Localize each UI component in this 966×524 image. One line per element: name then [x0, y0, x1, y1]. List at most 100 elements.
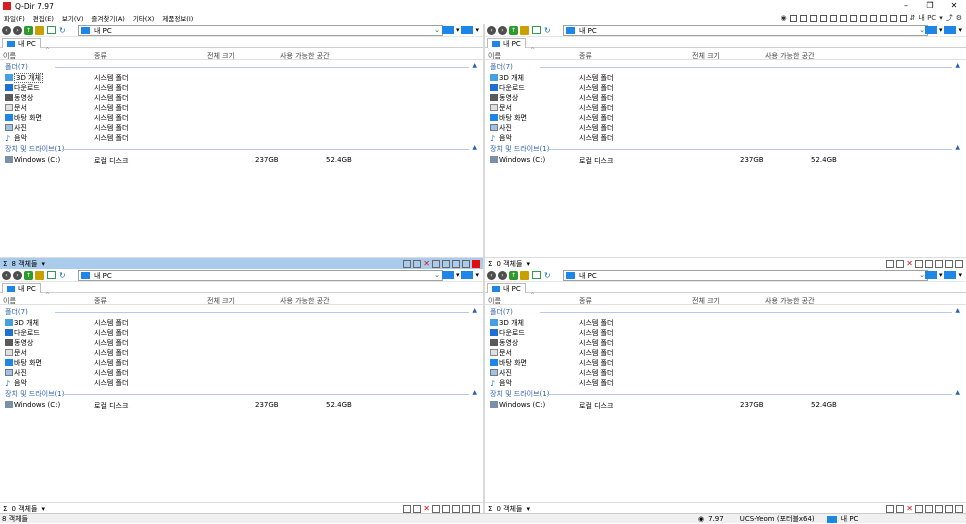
list-item[interactable]: 동영상 시스템 폴더	[485, 337, 966, 347]
list-item[interactable]: Windows (C:) 로컬 디스크 237GB 52.4GB	[0, 400, 483, 410]
monitor-icon[interactable]	[461, 26, 474, 34]
address-bar[interactable]: 내 PC ⌄	[563, 270, 928, 281]
forward-icon[interactable]: ›	[13, 270, 22, 280]
collapse-icon[interactable]: ▲	[472, 389, 477, 396]
menu-info[interactable]: 제품정보(I)	[158, 13, 197, 23]
cut-icon[interactable]	[915, 260, 923, 268]
column-name[interactable]: 이름	[488, 51, 501, 61]
monitor-icon[interactable]	[944, 26, 957, 34]
chevron-down-icon[interactable]: ▾	[958, 271, 962, 279]
monitor-icon[interactable]	[441, 26, 454, 34]
copy-icon[interactable]	[442, 505, 450, 513]
forward-icon[interactable]: ›	[498, 270, 507, 280]
cut-icon[interactable]	[432, 260, 440, 268]
monitor-icon[interactable]	[441, 271, 454, 279]
collapse-icon[interactable]: ▲	[472, 62, 477, 69]
folder-icon[interactable]	[520, 25, 529, 35]
list-item[interactable]: 3D 개체 시스템 폴더	[485, 317, 966, 327]
chevron-down-icon[interactable]: ▾	[456, 26, 460, 34]
list-item[interactable]: 3D 개체 시스템 폴더	[485, 72, 966, 82]
paste-icon[interactable]	[452, 260, 460, 268]
layout-icon[interactable]	[899, 14, 907, 22]
forward-icon[interactable]: ›	[498, 25, 507, 35]
back-icon[interactable]: ‹	[2, 25, 11, 35]
close-button[interactable]: ✕	[942, 0, 966, 12]
chevron-down-icon[interactable]: ▾	[939, 26, 943, 34]
edit-icon[interactable]	[945, 260, 953, 268]
close-pane-icon[interactable]	[955, 505, 963, 513]
group-devices[interactable]: 장치 및 드라이브(1) ▲	[0, 144, 483, 153]
column-free-space[interactable]: 사용 가능한 공간	[765, 51, 815, 61]
menu-view[interactable]: 보기(V)	[58, 13, 87, 23]
layout-icon[interactable]	[809, 14, 817, 22]
column-type[interactable]: 종류	[94, 51, 107, 61]
copy-icon[interactable]	[925, 260, 933, 268]
edit-icon[interactable]	[462, 505, 470, 513]
list-item[interactable]: ♪ 음악 시스템 폴더	[485, 132, 966, 143]
list-item[interactable]: 3D 개체 시스템 폴더	[0, 317, 483, 327]
pc-shortcut-icon[interactable]: ⇵	[910, 14, 916, 22]
close-pane-icon[interactable]	[472, 260, 480, 268]
chevron-down-icon[interactable]: ▾	[939, 271, 943, 279]
menu-edit[interactable]: 편집(E)	[29, 13, 58, 23]
tab-this-pc[interactable]: 내 PC	[2, 38, 41, 48]
mail-icon[interactable]	[896, 260, 905, 268]
copy-icon[interactable]	[442, 260, 450, 268]
list-item[interactable]: 문서 시스템 폴더	[0, 102, 483, 112]
delete-icon[interactable]: ✕	[423, 260, 430, 268]
list-item[interactable]: 문서 시스템 폴더	[485, 102, 966, 112]
view-mode-icon[interactable]	[47, 271, 56, 279]
view-mode-icon[interactable]	[532, 271, 541, 279]
list-item[interactable]: Windows (C:) 로컬 디스크 237GB 52.4GB	[485, 155, 966, 165]
layout-icon[interactable]	[829, 14, 837, 22]
collapse-icon[interactable]: ▲	[955, 62, 960, 69]
paste-icon[interactable]	[935, 260, 943, 268]
monitor-icon[interactable]	[924, 26, 937, 34]
layout-icon[interactable]	[789, 14, 797, 22]
list-item[interactable]: 바탕 화면 시스템 폴더	[0, 112, 483, 122]
layout-icon[interactable]	[799, 14, 807, 22]
layout-icon[interactable]	[819, 14, 827, 22]
column-name[interactable]: 이름	[3, 296, 16, 306]
list-item[interactable]: 다운로드 시스템 폴더	[485, 82, 966, 92]
chevron-down-icon[interactable]: ▾	[41, 260, 45, 268]
monitor-icon[interactable]	[461, 271, 474, 279]
list-item[interactable]: 바탕 화면 시스템 폴더	[485, 357, 966, 367]
group-devices[interactable]: 장치 및 드라이브(1) ▲	[0, 389, 483, 398]
address-bar[interactable]: 내 PC ⌄	[563, 25, 928, 36]
refresh-icon[interactable]: ↻	[59, 271, 66, 280]
tab-this-pc[interactable]: 내 PC	[487, 283, 526, 293]
group-devices[interactable]: 장치 및 드라이브(1) ▲	[485, 144, 966, 153]
collapse-icon[interactable]: ▲	[955, 144, 960, 151]
folder-up-icon[interactable]: ⤴	[946, 13, 953, 23]
list-item[interactable]: 다운로드 시스템 폴더	[0, 82, 483, 92]
column-name[interactable]: 이름	[3, 51, 16, 61]
column-total-size[interactable]: 전체 크기	[692, 51, 720, 61]
layout-icon[interactable]	[839, 14, 847, 22]
back-icon[interactable]: ‹	[487, 25, 496, 35]
collapse-icon[interactable]: ▲	[955, 389, 960, 396]
list-item[interactable]: 사진 시스템 폴더	[485, 367, 966, 377]
layout-icon[interactable]	[889, 14, 897, 22]
list-item[interactable]: ♪ 음악 시스템 폴더	[485, 377, 966, 388]
chevron-down-icon[interactable]: ⌄	[434, 271, 440, 279]
refresh-icon[interactable]: ↻	[59, 26, 66, 35]
filter-icon[interactable]	[886, 505, 895, 513]
menu-extras[interactable]: 기타(X)	[129, 13, 159, 23]
chevron-down-icon[interactable]: ▾	[526, 260, 530, 268]
filter-icon[interactable]	[403, 260, 412, 268]
back-icon[interactable]: ‹	[487, 270, 496, 280]
chevron-down-icon[interactable]: ▾	[456, 271, 460, 279]
group-devices[interactable]: 장치 및 드라이브(1) ▲	[485, 389, 966, 398]
column-total-size[interactable]: 전체 크기	[207, 296, 235, 306]
paste-icon[interactable]	[935, 505, 943, 513]
filter-icon[interactable]	[403, 505, 412, 513]
group-folders[interactable]: 폴더(7) ▲	[0, 62, 483, 71]
folder-icon[interactable]	[35, 270, 44, 280]
layout-icon[interactable]	[849, 14, 857, 22]
layout-icon[interactable]	[869, 14, 877, 22]
refresh-icon[interactable]: ↻	[544, 271, 551, 280]
column-total-size[interactable]: 전체 크기	[692, 296, 720, 306]
collapse-icon[interactable]: ▲	[955, 307, 960, 314]
collapse-icon[interactable]: ▲	[472, 307, 477, 314]
